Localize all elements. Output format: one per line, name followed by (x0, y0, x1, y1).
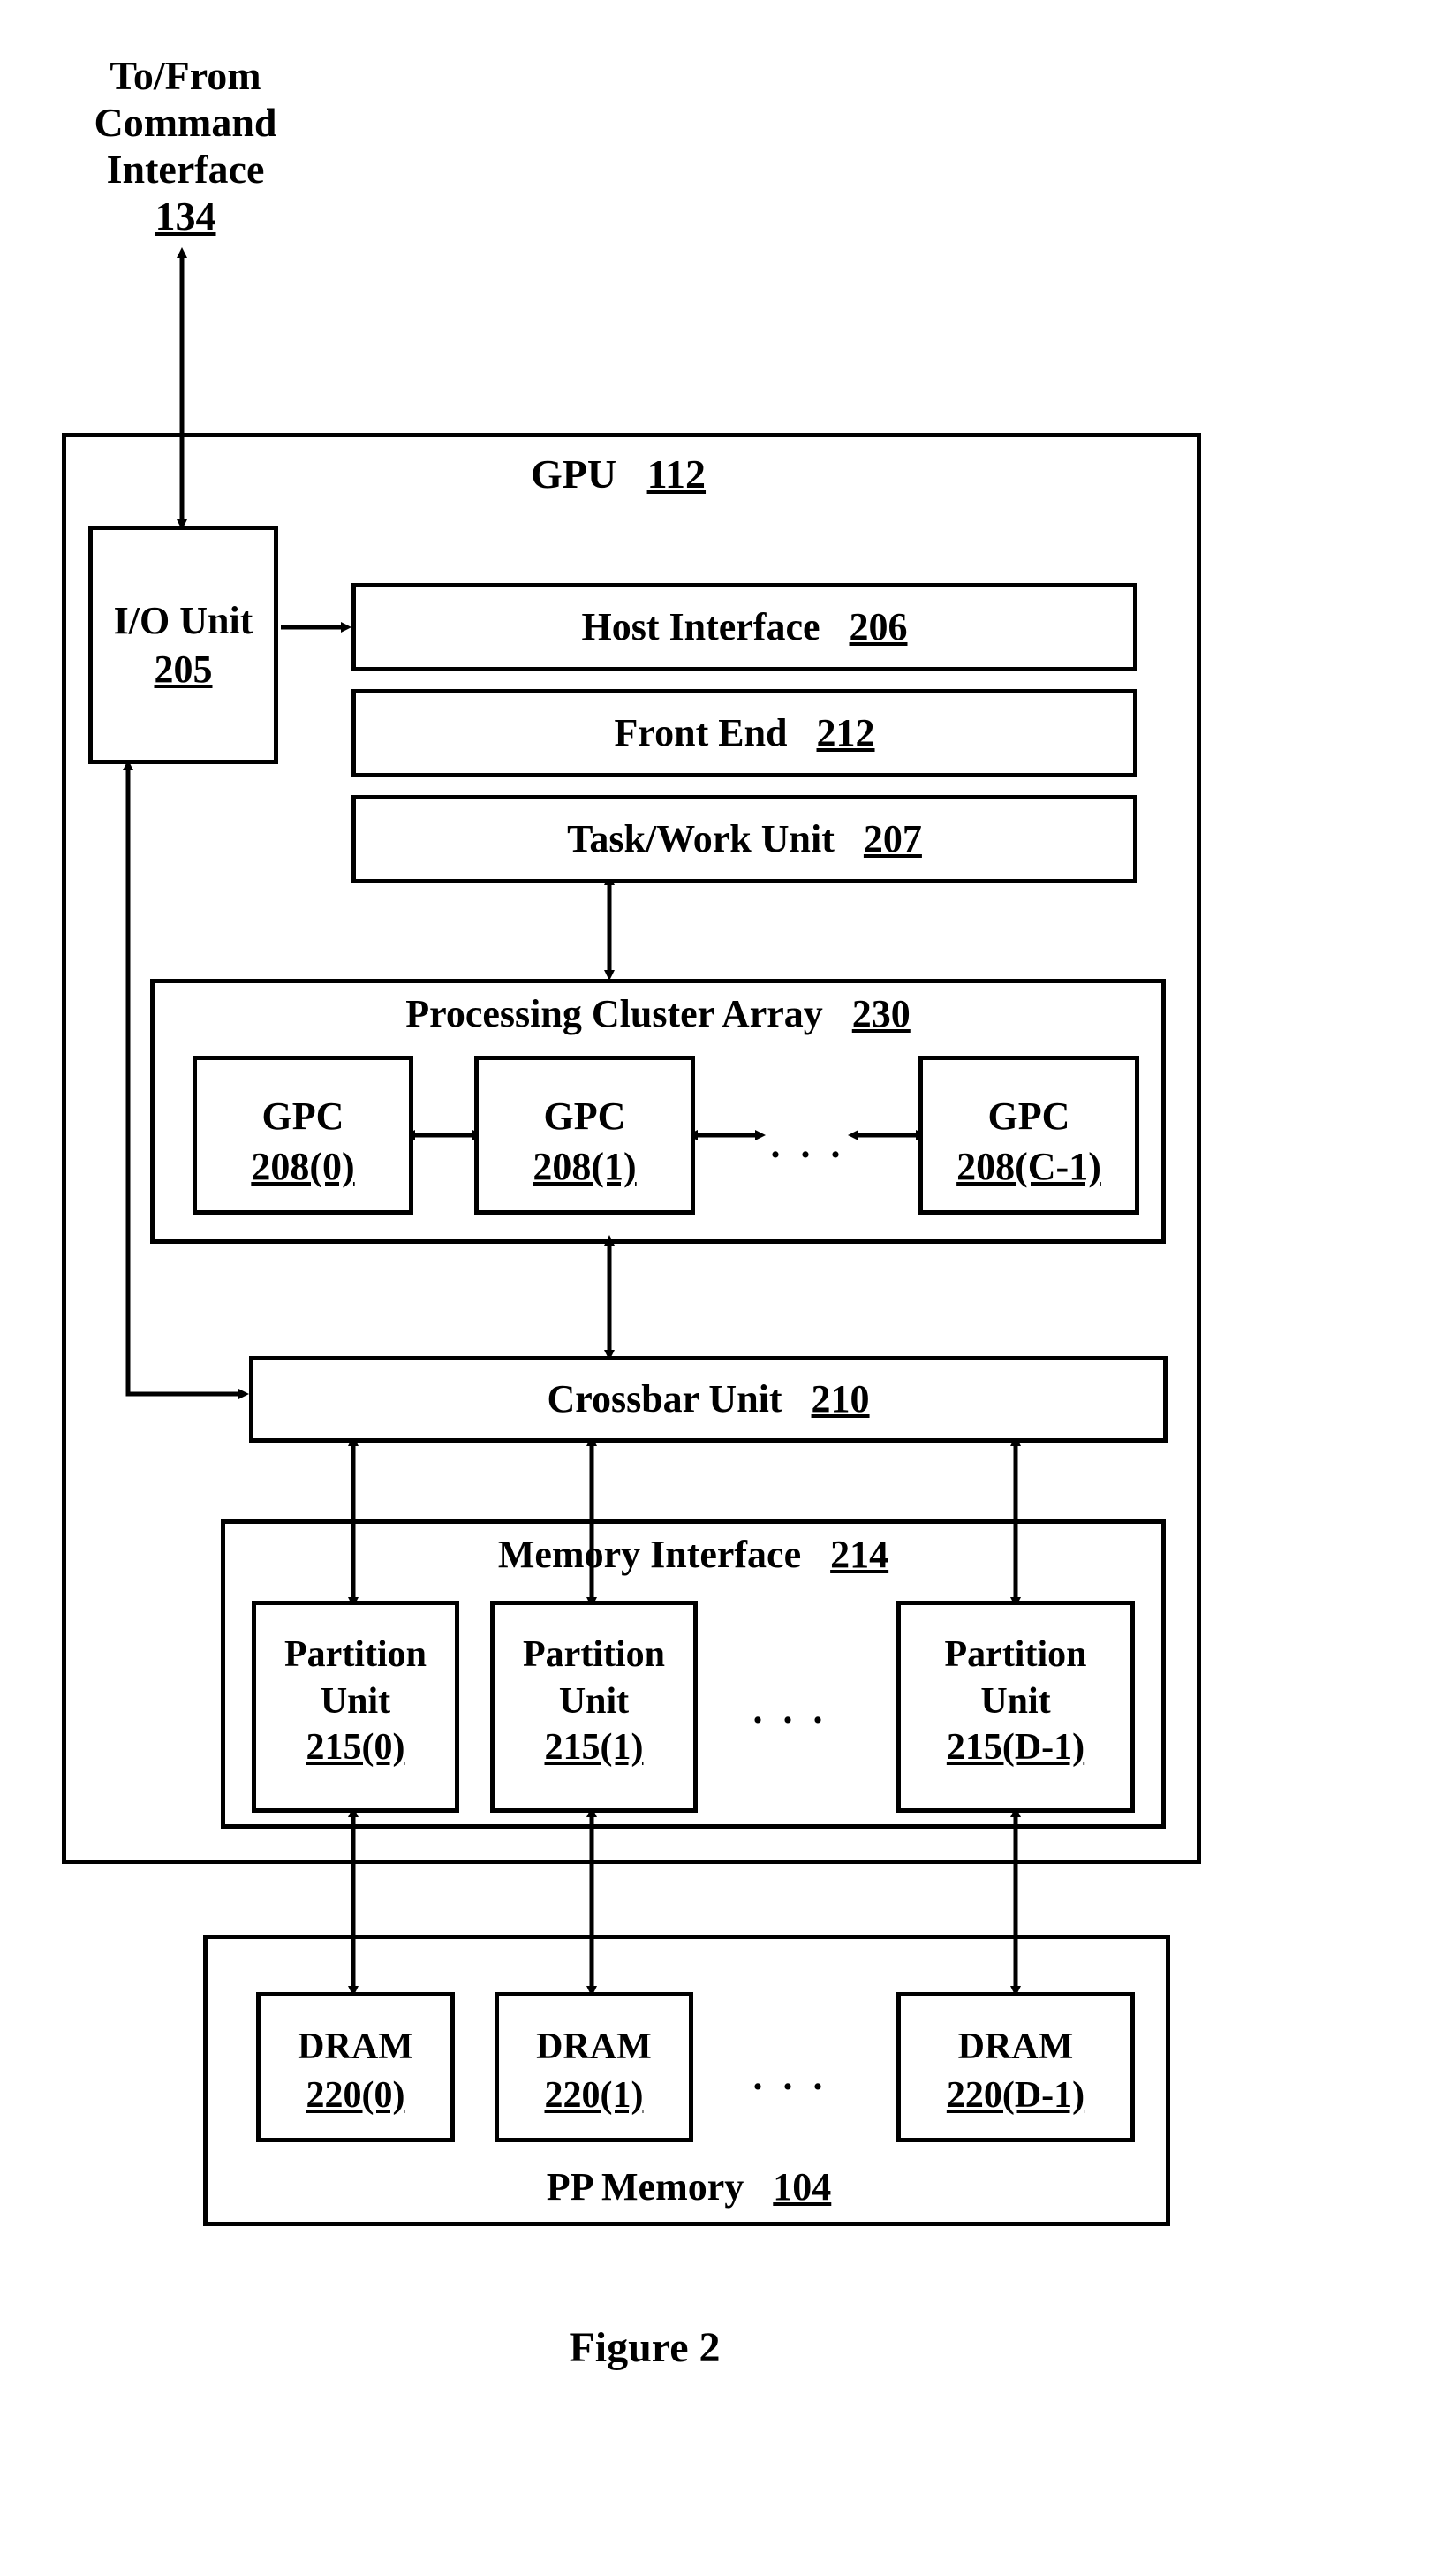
pca-title: Processing Cluster Array 230 (309, 991, 1007, 1036)
host-interface-box: Host Interface 206 (351, 583, 1137, 671)
gpu-ref: 112 (647, 451, 706, 497)
io-unit-box: I/O Unit 205 (88, 526, 278, 764)
io-unit-ref: 205 (155, 645, 213, 693)
partition-0-ref: 215(0) (306, 1724, 405, 1771)
gpc-0-box: GPC 208(0) (193, 1056, 413, 1215)
dram-1-box: DRAM 220(1) (495, 1992, 693, 2142)
gpc-last-label: GPC (988, 1091, 1070, 1141)
gpc-ellipsis: . . . (768, 1122, 848, 1167)
pca-title-text: Processing Cluster Array (405, 991, 823, 1036)
ext-line3: Interface (107, 147, 265, 193)
gpc-1-box: GPC 208(1) (474, 1056, 695, 1215)
crossbar-ref: 210 (812, 1360, 870, 1438)
pca-ref: 230 (852, 991, 911, 1036)
external-interface-label: To/From Command Interface 134 (53, 53, 318, 240)
mem-if-ref: 214 (830, 1532, 888, 1577)
crossbar-label: Crossbar Unit (547, 1360, 782, 1438)
task-work-unit-label: Task/Work Unit (567, 799, 835, 879)
partition-0-box: Partition Unit 215(0) (252, 1601, 459, 1813)
ext-line1: To/From (110, 53, 261, 100)
ext-ref: 134 (155, 193, 216, 240)
pp-memory-title: PP Memory 104 (495, 2164, 883, 2209)
dram-1-label: DRAM (536, 2023, 652, 2072)
dram-0-label: DRAM (298, 2023, 413, 2072)
partition-1-l1: Partition (523, 1632, 665, 1678)
dram-last-label: DRAM (958, 2023, 1074, 2072)
partition-last-l2: Unit (980, 1678, 1050, 1725)
task-work-unit-ref: 207 (864, 799, 922, 879)
partition-last-ref: 215(D-1) (947, 1724, 1084, 1771)
partition-ellipsis: . . . (733, 1687, 848, 1732)
dram-last-ref: 220(D-1) (947, 2072, 1084, 2120)
task-work-unit-box: Task/Work Unit 207 (351, 795, 1137, 883)
gpu-title: GPU 112 (495, 451, 742, 497)
mem-if-title-text: Memory Interface (498, 1532, 801, 1577)
diagram-canvas: To/From Command Interface 134 GPU 112 I/… (0, 0, 1451, 2576)
gpc-1-ref: 208(1) (533, 1141, 636, 1192)
gpc-last-box: GPC 208(C-1) (918, 1056, 1139, 1215)
dram-0-box: DRAM 220(0) (256, 1992, 455, 2142)
gpc-0-ref: 208(0) (251, 1141, 354, 1192)
partition-1-l2: Unit (559, 1678, 629, 1725)
partition-1-box: Partition Unit 215(1) (490, 1601, 698, 1813)
ext-line2: Command (94, 100, 276, 147)
partition-0-l2: Unit (321, 1678, 390, 1725)
front-end-box: Front End 212 (351, 689, 1137, 777)
dram-last-box: DRAM 220(D-1) (896, 1992, 1135, 2142)
dram-0-ref: 220(0) (306, 2072, 405, 2120)
front-end-ref: 212 (817, 693, 875, 773)
front-end-label: Front End (614, 693, 787, 773)
partition-0-l1: Partition (284, 1632, 427, 1678)
gpu-title-text: GPU (531, 451, 616, 497)
gpc-last-ref: 208(C-1) (956, 1141, 1101, 1192)
partition-last-l1: Partition (945, 1632, 1087, 1678)
host-interface-label: Host Interface (581, 587, 820, 667)
io-unit-label: I/O Unit (114, 596, 253, 645)
memory-interface-title: Memory Interface 214 (389, 1532, 998, 1577)
partition-1-ref: 215(1) (545, 1724, 644, 1771)
dram-1-ref: 220(1) (545, 2072, 644, 2120)
gpc-1-label: GPC (544, 1091, 626, 1141)
pp-memory-title-text: PP Memory (547, 2164, 744, 2209)
host-interface-ref: 206 (850, 587, 908, 667)
pp-memory-ref: 104 (773, 2164, 831, 2209)
partition-last-box: Partition Unit 215(D-1) (896, 1601, 1135, 1813)
figure-caption: Figure 2 (512, 2323, 777, 2372)
dram-ellipsis: . . . (733, 2054, 848, 2099)
gpc-0-label: GPC (262, 1091, 344, 1141)
crossbar-box: Crossbar Unit 210 (249, 1356, 1168, 1443)
